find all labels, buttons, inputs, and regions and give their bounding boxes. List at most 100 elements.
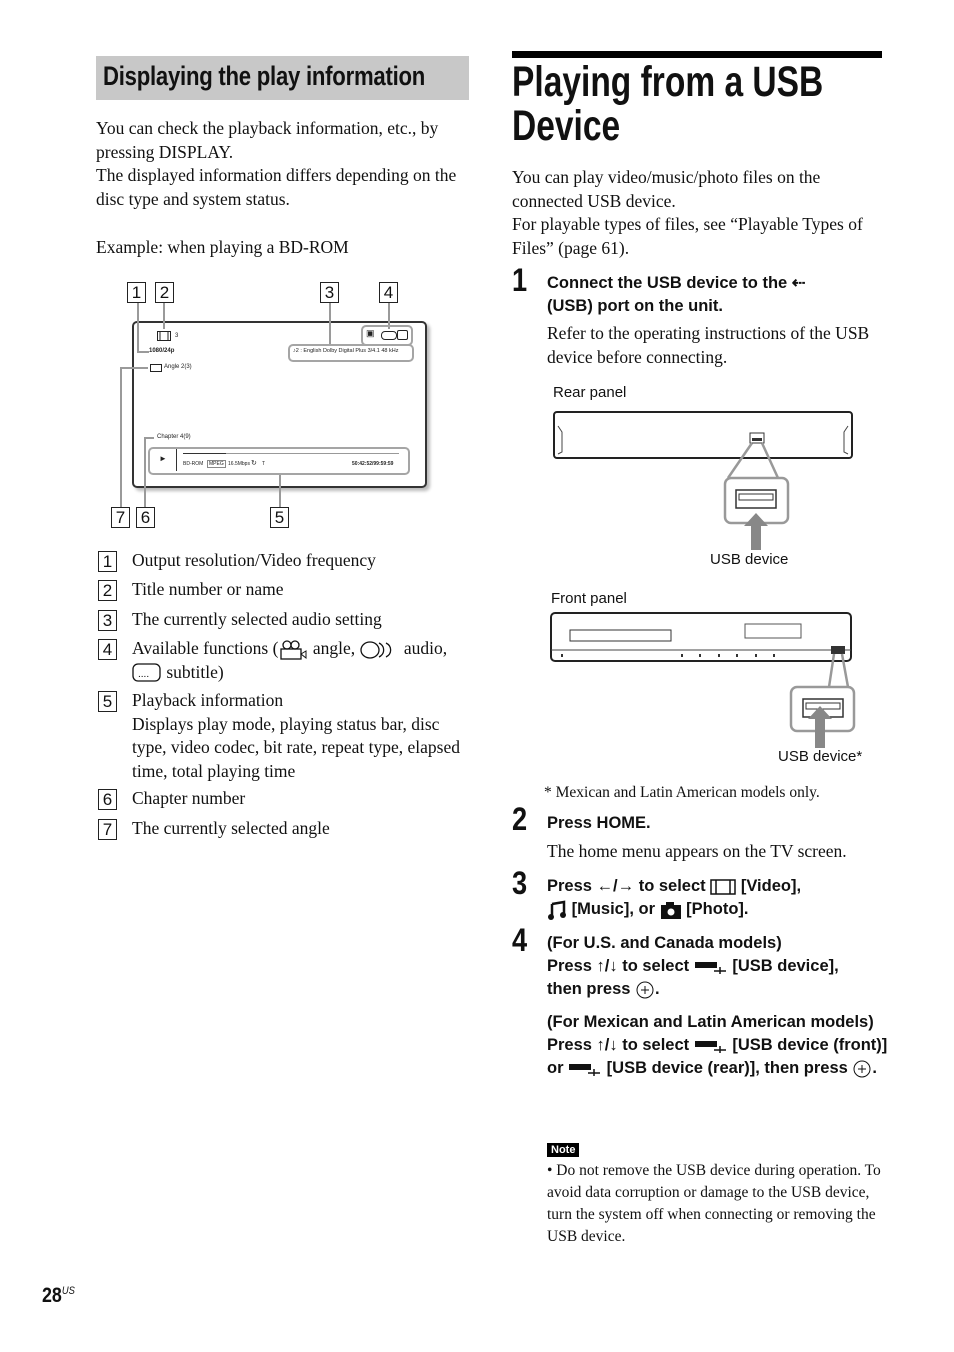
callout-3: 3: [320, 282, 339, 303]
audio-readout: ♪2 : English Dolby Digital Plus 3/4.1 48…: [293, 348, 399, 354]
legend-text: Playback information Displays play mode,…: [132, 689, 472, 783]
step-4-mx-label: (For Mexican and Latin American models): [547, 1013, 874, 1031]
page-title: Playing from a USB Device: [512, 60, 879, 148]
front-display: [744, 623, 802, 639]
disc-tray: [569, 629, 672, 642]
rear-panel-diagram: [553, 411, 853, 550]
legend-text: The currently selected audio setting: [132, 609, 382, 629]
page-title-line-2: Device: [512, 102, 621, 150]
front-panel-label: Front panel: [551, 590, 627, 607]
step-4-text-d: then press: [547, 980, 636, 998]
progress-fill: [183, 453, 227, 454]
callout-line-6: [144, 437, 146, 507]
callout-line-7: [120, 367, 122, 507]
step-3-title-d: [Photo].: [681, 900, 749, 918]
legend-num: 2: [98, 580, 117, 601]
usb-symbol-icon: ⇠: [791, 274, 806, 292]
step-3-title-c: [Music], or: [567, 900, 660, 918]
rear-usb-tongue: [738, 493, 774, 501]
display-diagram: 1 2 3 4 7 6 5 3 1080/24p Angle 2(3) ▣ ♪2…: [0, 0, 480, 540]
step-4-text-c: [USB device],: [727, 957, 839, 975]
step-3-title-b: [Video],: [736, 877, 802, 895]
front-usb-device-label: USB device*: [778, 748, 863, 765]
step-4-alt-d: [USB device (rear)], then press: [602, 1059, 853, 1077]
step-4-text-e: .: [655, 980, 660, 998]
resolution-readout: 1080/24p: [149, 348, 175, 354]
title-number: 3: [175, 333, 179, 339]
legend-num: 7: [98, 819, 117, 840]
legend-text: Title number or name: [132, 579, 284, 599]
video-title-icon: [157, 331, 171, 341]
audio-function-icon: [381, 331, 397, 340]
legend-num: 4: [98, 639, 117, 660]
usb-intro-line-2: For playable types of files, see “Playab…: [512, 214, 863, 258]
callout-line-3: [329, 303, 331, 345]
step-4-number: 4: [512, 922, 528, 958]
step-1-title-b: (USB) port on the unit.: [547, 297, 723, 315]
bitrate: 16.5Mbps: [228, 461, 250, 467]
audio-text: 2 : English Dolby Digital Plus 3/4.1 48 …: [295, 348, 399, 354]
step-2-body: The home menu appears on the TV screen.: [547, 841, 847, 861]
usb-intro: You can play video/music/photo files on …: [512, 166, 887, 260]
callout-7: 7: [111, 507, 130, 528]
step-4-title: (For U.S. and Canada models) Press ↑/↓ t…: [547, 932, 892, 1001]
codec-badge: MPEG: [207, 460, 226, 468]
subtitle-icon: ....: [132, 663, 161, 683]
legend-title: Playback information: [132, 690, 284, 710]
step-3-title: Press ←/→ to select [Video], [Music], or…: [547, 875, 892, 921]
page-title-line-1: Playing from a USB: [512, 58, 824, 106]
legend-sub: Displays play mode, playing status bar, …: [132, 713, 460, 781]
callout-line-7h: [120, 367, 148, 369]
callout-6: 6: [136, 507, 155, 528]
step-3-title-a: Press ←/→ to select: [547, 877, 711, 895]
angle-camera-icon: [280, 640, 307, 660]
audio-icon: [360, 641, 392, 659]
angle-function-icon: ▣: [366, 328, 375, 338]
note-text: • Do not remove the USB device during op…: [547, 1162, 881, 1245]
angle-readout: Angle 2(3): [164, 364, 192, 370]
rear-usb-device-label: USB device: [710, 551, 789, 568]
callout-4: 4: [379, 282, 398, 303]
video-icon: [710, 878, 736, 895]
usb-intro-line-1: You can play video/music/photo files on …: [512, 167, 821, 211]
legend-text: Available functions ( angle, audio, ....…: [132, 637, 472, 684]
page-number-value: 28: [42, 1284, 62, 1307]
front-usb-port: [831, 646, 845, 654]
legend-text: Chapter number: [132, 788, 246, 808]
legend-text-c: audio,: [399, 638, 448, 658]
step-4-alt-title: (For Mexican and Latin American models) …: [547, 1011, 892, 1080]
legend-text-b: angle,: [308, 638, 360, 658]
repeat-type: T: [262, 461, 266, 467]
step-1-number: 1: [512, 262, 528, 298]
legend-text-d: subtitle): [162, 661, 224, 682]
step-4-alt-b: Press ↑/↓ to select: [547, 1036, 694, 1054]
rear-usb-slot: [752, 438, 762, 441]
legend-num: 5: [98, 691, 117, 712]
svg-text:....: ....: [138, 669, 149, 680]
step-2-number: 2: [512, 801, 528, 837]
note-badge: Note: [547, 1143, 580, 1157]
usb-device-icon: [694, 961, 726, 974]
legend-text: Output resolution/Video frequency: [132, 550, 376, 570]
disc-type: BD-ROM: [183, 461, 204, 467]
callout-2: 2: [155, 282, 174, 303]
top-rule: [512, 51, 882, 58]
chapter-readout: Chapter 4(9): [157, 434, 191, 440]
callout-1: 1: [127, 282, 146, 303]
rear-panel-label: Rear panel: [553, 384, 627, 401]
callout-line-2: [163, 303, 165, 329]
step-2-title: Press HOME.: [547, 814, 651, 832]
page-number: 28US: [42, 1284, 75, 1308]
playback-divider: [176, 449, 177, 471]
step-1-title-a: Connect the USB device to the: [547, 274, 792, 292]
legend-num: 6: [98, 789, 117, 810]
legend-text-a: Available functions (: [132, 638, 279, 658]
page-region-suffix: US: [61, 1285, 75, 1297]
callout-line-6h: [144, 437, 154, 439]
step-4-us-enter: then press .: [547, 978, 892, 1001]
step-4-text-b: Press ↑/↓ to select: [547, 957, 694, 975]
footnote: * Mexican and Latin American models only…: [544, 784, 820, 801]
repeat-icon: ↻: [251, 460, 257, 467]
legend-text: The currently selected angle: [132, 818, 330, 838]
legend-num: 3: [98, 610, 117, 631]
